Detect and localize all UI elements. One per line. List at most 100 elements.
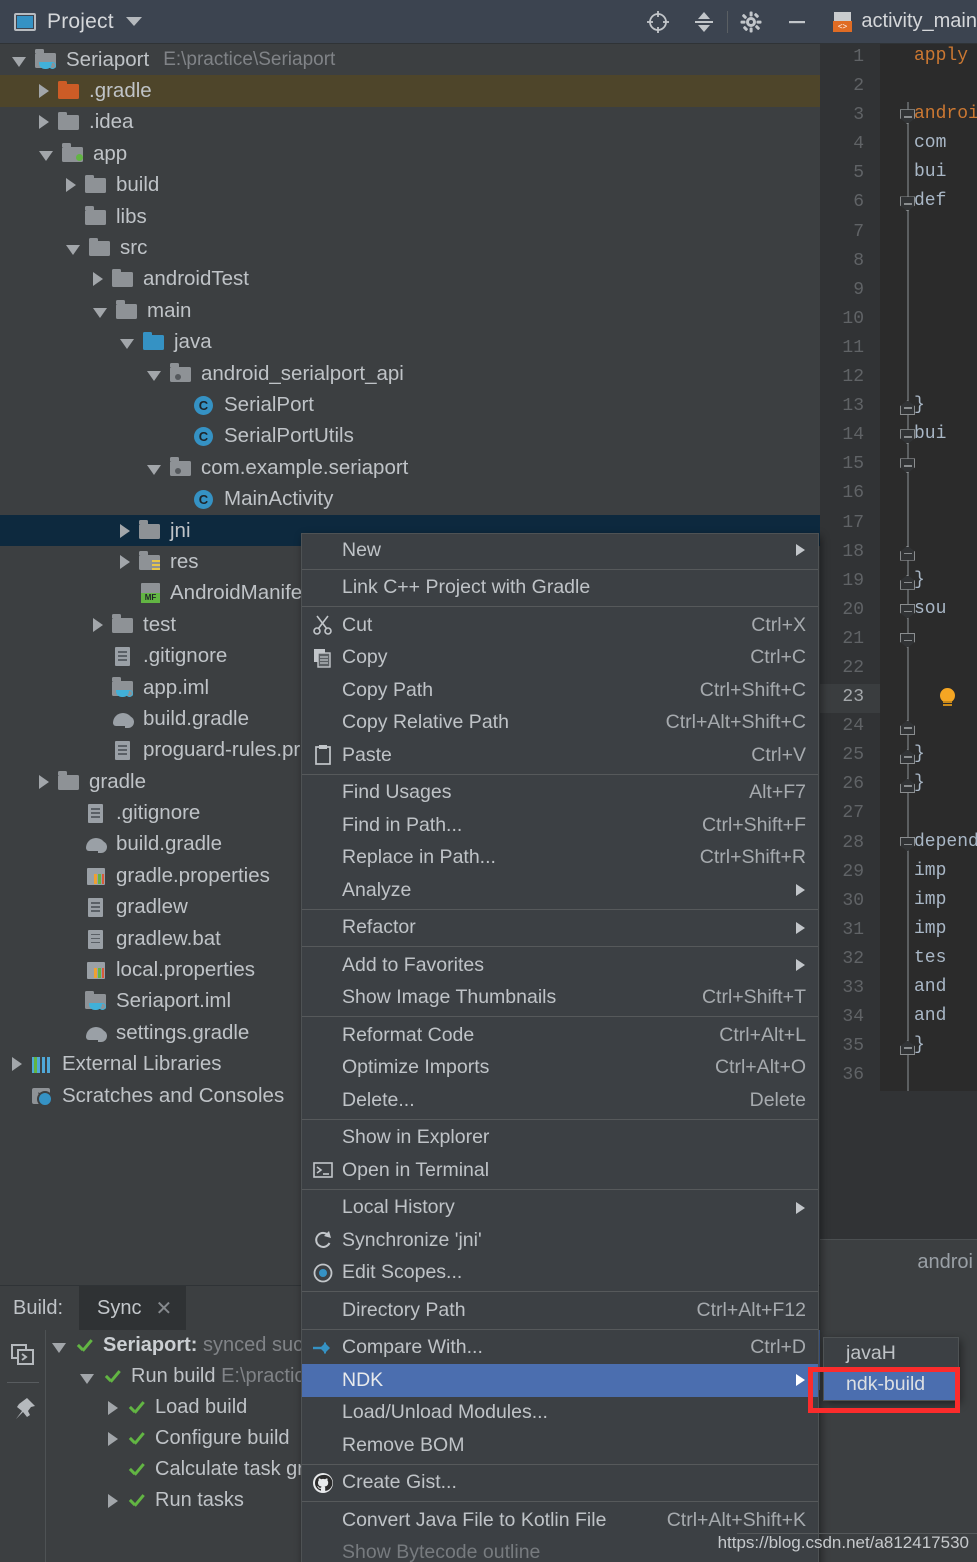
code-line[interactable]: com xyxy=(880,131,977,161)
menu-item-show-image-thumbnails[interactable]: Show Image Thumbnails Ctrl+Shift+T xyxy=(302,982,818,1015)
menu-item-copy-relative-path[interactable]: Copy Relative Path Ctrl+Alt+Shift+C xyxy=(302,707,818,740)
code-line[interactable] xyxy=(880,684,977,714)
code-line[interactable]: imp xyxy=(880,916,977,946)
code-line[interactable] xyxy=(880,364,977,394)
fold-close-icon[interactable] xyxy=(900,400,915,416)
menu-item-reformat-code[interactable]: Reformat Code Ctrl+Alt+L xyxy=(302,1019,818,1052)
code-line[interactable]: depende xyxy=(880,829,977,859)
code-line[interactable]: imp xyxy=(880,887,977,917)
menu-item-synchronize-jni[interactable]: Synchronize 'jni' xyxy=(302,1224,818,1257)
menu-item-paste[interactable]: Paste Ctrl+V xyxy=(302,739,818,772)
tree-item-mainactivity[interactable]: C MainActivity xyxy=(0,483,820,514)
menu-item-ndk[interactable]: NDK xyxy=(302,1364,818,1397)
tree-item--idea[interactable]: .idea xyxy=(0,107,820,138)
menu-item-directory-path[interactable]: Directory Path Ctrl+Alt+F12 xyxy=(302,1294,818,1327)
tree-item-app[interactable]: app xyxy=(0,138,820,169)
fold-open-icon[interactable] xyxy=(900,109,915,125)
fold-open-icon[interactable] xyxy=(900,429,915,445)
chevron-right-icon[interactable] xyxy=(39,115,49,130)
fold-close-icon[interactable] xyxy=(900,720,915,736)
code-line[interactable] xyxy=(880,800,977,830)
submenu-item-javah[interactable]: javaH xyxy=(824,1338,958,1369)
code-line[interactable] xyxy=(880,334,977,365)
code-line[interactable] xyxy=(880,73,977,103)
chevron-right-icon[interactable] xyxy=(93,617,103,632)
chevron-down-icon[interactable] xyxy=(147,464,161,475)
fold-open-icon[interactable] xyxy=(900,196,915,212)
chevron-down-icon[interactable] xyxy=(12,56,26,67)
code-line[interactable]: } xyxy=(880,771,977,801)
collapse-all-icon[interactable] xyxy=(681,0,727,44)
code-line[interactable] xyxy=(880,218,977,248)
chevron-down-icon[interactable] xyxy=(120,339,134,350)
menu-item-remove-bom[interactable]: Remove BOM xyxy=(302,1429,818,1462)
menu-item-refactor[interactable]: Refactor xyxy=(302,912,818,945)
code-line[interactable] xyxy=(880,276,977,306)
code-line[interactable]: and xyxy=(880,1004,977,1034)
fold-close-icon[interactable] xyxy=(900,778,915,794)
build-tab-sync[interactable]: Sync ✕ xyxy=(79,1286,187,1330)
chevron-down-icon[interactable] xyxy=(93,307,107,318)
tree-item-serialportutils[interactable]: C SerialPortUtils xyxy=(0,421,820,452)
code-line[interactable]: def xyxy=(880,189,977,219)
code-line[interactable]: } xyxy=(880,393,977,423)
chevron-right-icon[interactable] xyxy=(93,272,103,287)
chevron-down-icon[interactable] xyxy=(147,370,161,381)
editor-gutter[interactable]: 1apply p23android4com5bui6def78910111213… xyxy=(820,44,977,1285)
code-line[interactable]: } xyxy=(880,742,977,772)
code-line[interactable]: sou xyxy=(880,596,977,626)
chevron-down-icon[interactable] xyxy=(52,1342,66,1353)
menu-item-delete[interactable]: Delete... Delete xyxy=(302,1084,818,1117)
code-line[interactable]: and xyxy=(880,975,977,1005)
chevron-down-icon[interactable] xyxy=(39,150,53,161)
code-line[interactable]: tes xyxy=(880,945,977,975)
tree-item-libs[interactable]: libs xyxy=(0,201,820,232)
ndk-submenu[interactable]: javaH ndk-build xyxy=(823,1337,959,1401)
pin-icon[interactable] xyxy=(0,1385,45,1435)
chevron-right-icon[interactable] xyxy=(108,1400,118,1415)
menu-item-replace-in-path[interactable]: Replace in Path... Ctrl+Shift+R xyxy=(302,842,818,875)
code-line[interactable]: bui xyxy=(880,422,977,452)
fold-close-icon[interactable] xyxy=(900,749,915,765)
menu-item-create-gist[interactable]: Create Gist... xyxy=(302,1467,818,1500)
fold-close-icon[interactable] xyxy=(900,545,915,561)
menu-item-show-in-explorer[interactable]: Show in Explorer xyxy=(302,1122,818,1155)
tree-item--gradle[interactable]: .gradle xyxy=(0,75,820,107)
tree-item-build[interactable]: build xyxy=(0,170,820,201)
menu-item-edit-scopes[interactable]: Edit Scopes... xyxy=(302,1257,818,1290)
fold-open-icon[interactable] xyxy=(900,836,915,852)
code-line[interactable]: imp xyxy=(880,858,977,888)
code-line[interactable] xyxy=(880,713,977,743)
intention-bulb-icon[interactable] xyxy=(938,688,958,708)
menu-item-compare-with[interactable]: Compare With... Ctrl+D xyxy=(302,1332,818,1365)
menu-item-convert-java-file-to-kotlin-file[interactable]: Convert Java File to Kotlin File Ctrl+Alt… xyxy=(302,1504,818,1537)
tree-item-java[interactable]: java xyxy=(0,327,820,358)
chevron-right-icon[interactable] xyxy=(108,1431,118,1446)
fold-open-icon[interactable] xyxy=(900,632,915,648)
gear-icon[interactable] xyxy=(728,0,774,44)
menu-item-new[interactable]: New xyxy=(302,534,818,567)
code-line[interactable] xyxy=(880,625,977,655)
code-line[interactable]: bui xyxy=(880,160,977,190)
fold-open-icon[interactable] xyxy=(900,603,915,619)
menu-item-local-history[interactable]: Local History xyxy=(302,1192,818,1225)
minimize-icon[interactable] xyxy=(774,0,820,44)
menu-item-cut[interactable]: Cut Ctrl+X xyxy=(302,609,818,642)
chevron-down-icon[interactable] xyxy=(66,245,80,256)
chevron-right-icon[interactable] xyxy=(108,1493,118,1508)
code-line[interactable] xyxy=(880,247,977,277)
chevron-right-icon[interactable] xyxy=(120,523,130,538)
code-line[interactable] xyxy=(880,538,977,568)
fold-open-icon[interactable] xyxy=(900,458,915,474)
chevron-right-icon[interactable] xyxy=(120,554,130,569)
project-context-menu[interactable]: New Link C++ Project with Gradle Cut Ctrl+X… xyxy=(301,533,819,1562)
toggle-tasks-icon[interactable] xyxy=(0,1330,45,1380)
chevron-right-icon[interactable] xyxy=(39,774,49,789)
code-line[interactable] xyxy=(880,480,977,510)
menu-item-add-to-favorites[interactable]: Add to Favorites xyxy=(302,949,818,982)
tree-item-android-serialport-api[interactable]: android_serialport_api xyxy=(0,358,820,389)
chevron-down-icon[interactable] xyxy=(125,17,142,26)
code-line[interactable] xyxy=(880,654,977,685)
menu-item-copy[interactable]: Copy Ctrl+C xyxy=(302,642,818,675)
tree-item-androidtest[interactable]: androidTest xyxy=(0,264,820,295)
